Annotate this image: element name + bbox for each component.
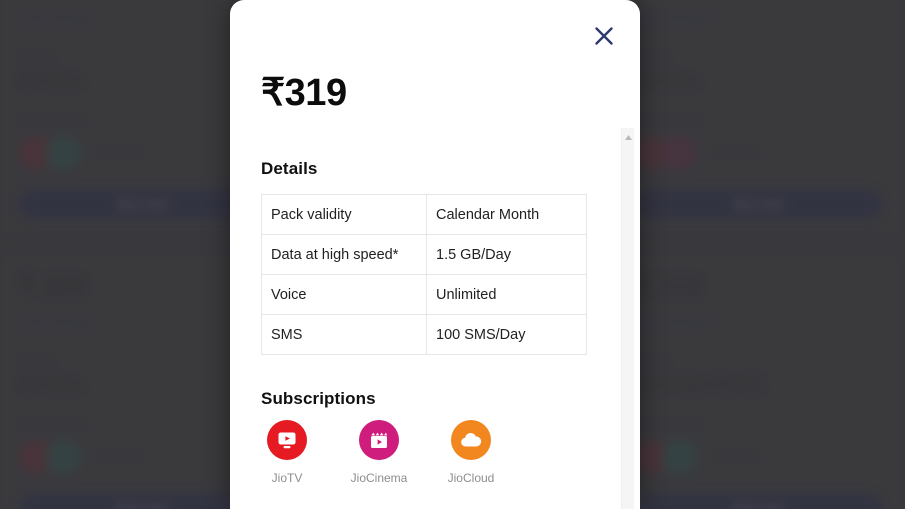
subscription-item-jiocloud[interactable]: JioCloud (445, 420, 497, 485)
table-row: SMS 100 SMS/Day (261, 314, 587, 355)
table-row: Pack validity Calendar Month (261, 194, 587, 235)
subscription-label: JioTV (271, 471, 303, 485)
table-row: Voice Unlimited (261, 274, 587, 315)
page-title: ₹319 (261, 72, 347, 114)
subscriptions-heading: Subscriptions (261, 389, 376, 408)
subscriptions-list: JioTV JioCinema JioCloud (261, 420, 497, 485)
detail-label: Pack validity (261, 194, 427, 235)
subscription-item-jiotv[interactable]: JioTV (261, 420, 313, 485)
detail-label: Data at high speed* (261, 234, 427, 275)
table-row: Data at high speed* 1.5 GB/Day (261, 234, 587, 275)
detail-label: Voice (261, 274, 427, 315)
jiocinema-icon (359, 420, 399, 460)
plan-details-modal: ₹319 Details Pack validity Calendar Mont… (230, 0, 640, 509)
detail-value: 100 SMS/Day (426, 314, 587, 355)
chevron-up-icon[interactable] (622, 131, 635, 144)
subscription-item-jiocinema[interactable]: JioCinema (350, 420, 408, 485)
app-root: ₹ 666 View details Validity 28 Days Subs… (0, 0, 905, 509)
detail-value: Unlimited (426, 274, 587, 315)
jiocloud-icon (451, 420, 491, 460)
modal-scroll-region: ₹319 Details Pack validity Calendar Mont… (230, 0, 640, 509)
subscription-label: JioCloud (447, 471, 495, 485)
detail-value: 1.5 GB/Day (426, 234, 587, 275)
subscription-label: JioCinema (350, 471, 408, 485)
details-table: Pack validity Calendar Month Data at hig… (261, 194, 587, 355)
modal-scrollbar[interactable] (621, 128, 634, 509)
jiotv-icon (267, 420, 307, 460)
detail-label: SMS (261, 314, 427, 355)
details-heading: Details (261, 159, 318, 178)
detail-value: Calendar Month (426, 194, 587, 235)
